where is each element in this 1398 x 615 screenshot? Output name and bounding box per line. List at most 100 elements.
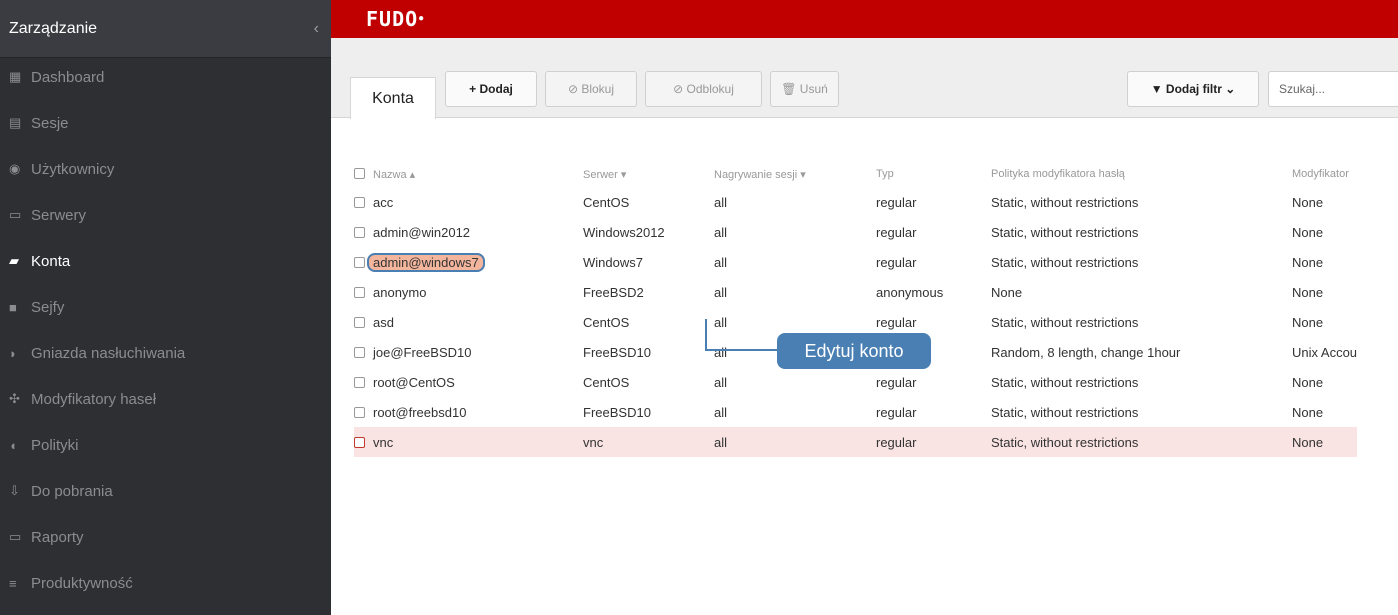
delete-button[interactable]: 🗑 Usuń xyxy=(770,71,839,107)
users-icon: ◉ xyxy=(9,161,21,176)
cell-policy: Random, 8 length, change 1hour xyxy=(991,344,1181,360)
row-checkbox[interactable] xyxy=(354,196,365,208)
edit-account-callout: Edytuj konto xyxy=(777,333,931,369)
sidebar-item-produktywność[interactable]: ≡ Produktywność xyxy=(0,560,331,606)
sidebar-item-label: Modyfikatory haseł xyxy=(31,390,157,408)
search-input[interactable] xyxy=(1268,71,1398,107)
cell-type: regular xyxy=(876,374,917,390)
reports-icon: ▭ xyxy=(9,529,22,544)
productivity-icon: ≡ xyxy=(9,575,17,591)
cell-modifier: Unix Accou xyxy=(1292,344,1358,360)
cell-type: anonymous xyxy=(876,284,944,300)
row-checkbox[interactable] xyxy=(354,256,365,268)
fudo-logo[interactable]: FUDO xyxy=(366,7,418,31)
row-checkbox[interactable] xyxy=(354,376,365,388)
cell-type: regular xyxy=(876,194,917,210)
sidebar-item-do-pobrania[interactable]: ⇩ Do pobrania xyxy=(0,468,331,514)
accounts-table: Nazwa ▴ Serwer ▾ Nagrywanie sesji ▾ Typ … xyxy=(354,161,1358,457)
sidebar-item-dashboard[interactable]: ▦ Dashboard xyxy=(0,54,331,100)
row-checkbox[interactable] xyxy=(354,316,365,328)
sidebar-item-modyfikatory-haseł[interactable]: ✣ Modyfikatory haseł xyxy=(0,376,331,422)
add-button[interactable]: + Dodaj xyxy=(445,71,537,107)
sidebar-item-konta[interactable]: ▰ Konta xyxy=(0,238,331,284)
sidebar-header: Zarządzanie ‹ xyxy=(0,0,331,58)
table-row[interactable]: root@freebsd10 FreeBSD10 all regular Static,… xyxy=(354,397,1357,427)
block-button[interactable]: ⊘ Blokuj xyxy=(545,71,637,107)
table-row[interactable]: root@CentOS CentOS all regular Static, witho… xyxy=(354,367,1357,397)
account-name-link[interactable]: root@freebsd10 xyxy=(373,405,466,420)
cell-modifier: None xyxy=(1292,194,1324,210)
film-icon: ▤ xyxy=(9,115,22,130)
header-server[interactable]: Serwer ▾ xyxy=(583,161,714,187)
tab-konta[interactable]: Konta xyxy=(350,77,436,119)
cell-server: FreeBSD10 xyxy=(583,404,651,420)
cell-policy: Static, without restrictions xyxy=(991,224,1139,240)
sidebar-item-label: Raporty xyxy=(31,528,84,546)
logo-dot-icon: ● xyxy=(418,13,425,24)
cell-recording: all xyxy=(714,404,728,420)
account-name-link[interactable]: anonymo xyxy=(373,285,426,300)
cell-policy: Static, without restrictions xyxy=(991,314,1139,330)
sidebar-item-label: Produktywność xyxy=(31,574,133,592)
table-row[interactable]: vnc vnc all regular Static, without restrict… xyxy=(354,427,1358,457)
cell-type: regular xyxy=(876,427,991,457)
table-row[interactable]: admin@win2012 Windows2012 all regular Static… xyxy=(354,217,1357,247)
account-name-link[interactable]: vnc xyxy=(373,435,393,450)
cell-server: FreeBSD10 xyxy=(583,344,651,360)
sidebar-item-sesje[interactable]: ▤ Sesje xyxy=(0,100,331,146)
cell-server: vnc xyxy=(583,427,714,457)
callout-connector-horizontal xyxy=(705,349,777,351)
row-checkbox[interactable] xyxy=(354,346,365,358)
cell-name[interactable]: acc xyxy=(354,187,583,217)
sidebar-item-label: Dashboard xyxy=(31,68,105,86)
row-checkbox[interactable] xyxy=(354,286,365,298)
account-name-link[interactable]: acc xyxy=(373,195,393,210)
cell-modifier: None xyxy=(1292,284,1324,300)
account-name-link[interactable]: joe@FreeBSD10 xyxy=(373,345,471,360)
header-policy: Polityka modyfikatora hasłą xyxy=(991,168,1125,180)
add-filter-button[interactable]: ▼ Dodaj filtr ⌄ xyxy=(1127,71,1259,107)
row-checkbox[interactable] xyxy=(354,226,365,238)
row-checkbox[interactable] xyxy=(354,436,365,448)
cell-name[interactable]: admin@windows7 xyxy=(354,247,583,277)
table-header-row: Nazwa ▴ Serwer ▾ Nagrywanie sesji ▾ Typ … xyxy=(354,161,1357,187)
account-name-link[interactable]: admin@windows7 xyxy=(367,252,485,272)
rss-icon: ◗ xyxy=(9,345,17,361)
row-checkbox[interactable] xyxy=(354,406,365,418)
cell-modifier: None xyxy=(1292,404,1324,420)
cell-name[interactable]: vnc xyxy=(354,427,583,457)
sidebar-item-label: Użytkownicy xyxy=(31,160,115,178)
select-all-checkbox[interactable] xyxy=(354,167,365,179)
account-name-link[interactable]: asd xyxy=(373,315,394,330)
cell-recording: all xyxy=(714,284,728,300)
table-row[interactable]: admin@windows7 Windows7 all regular Static, … xyxy=(354,247,1357,277)
sidebar-item-serwery[interactable]: ▭ Serwery xyxy=(0,192,331,238)
cell-name[interactable]: root@CentOS xyxy=(354,367,583,397)
cell-name[interactable]: joe@FreeBSD10 xyxy=(354,337,583,367)
sidebar-item-raporty[interactable]: ▭ Raporty xyxy=(0,514,331,560)
cell-name[interactable]: asd xyxy=(354,307,583,337)
account-name-link[interactable]: root@CentOS xyxy=(373,375,455,390)
table-row[interactable]: anonymo FreeBSD2 all anonymous None None xyxy=(354,277,1357,307)
account-name-link[interactable]: admin@win2012 xyxy=(373,225,470,240)
header-recording[interactable]: Nagrywanie sesji ▾ xyxy=(714,161,876,187)
sidebar-item-polityki[interactable]: ◖ Polityki xyxy=(0,422,331,468)
unblock-button[interactable]: ⊘ Odblokuj xyxy=(645,71,762,107)
cell-server: CentOS xyxy=(583,314,630,330)
safe-icon: ■ xyxy=(9,299,17,315)
cell-name[interactable]: anonymo xyxy=(354,277,583,307)
sidebar-item-sejfy[interactable]: ■ Sejfy xyxy=(0,284,331,330)
collapse-sidebar-icon[interactable]: ‹ xyxy=(314,20,319,38)
sidebar-item-label: Do pobrania xyxy=(31,482,113,500)
header-name[interactable]: Nazwa ▴ xyxy=(354,161,583,187)
cell-recording: all xyxy=(714,254,728,270)
server-icon: ▭ xyxy=(9,207,22,222)
sidebar-item-gniazda-nasłuchiwania[interactable]: ◗ Gniazda nasłuchiwania xyxy=(0,330,331,376)
sidebar-item-label: Polityki xyxy=(31,436,79,454)
sidebar: Zarządzanie ‹ ▦ Dashboard ▤ Sesje ◉ Użytkowni… xyxy=(0,0,331,615)
main-content: Konta + Dodaj ⊘ Blokuj ⊘ Odblokuj 🗑 Usuń… xyxy=(331,38,1398,615)
cell-name[interactable]: root@freebsd10 xyxy=(354,397,583,427)
table-row[interactable]: acc CentOS all regular Static, without restr… xyxy=(354,187,1357,217)
cell-name[interactable]: admin@win2012 xyxy=(354,217,583,247)
sidebar-item-użytkownicy[interactable]: ◉ Użytkownicy xyxy=(0,146,331,192)
